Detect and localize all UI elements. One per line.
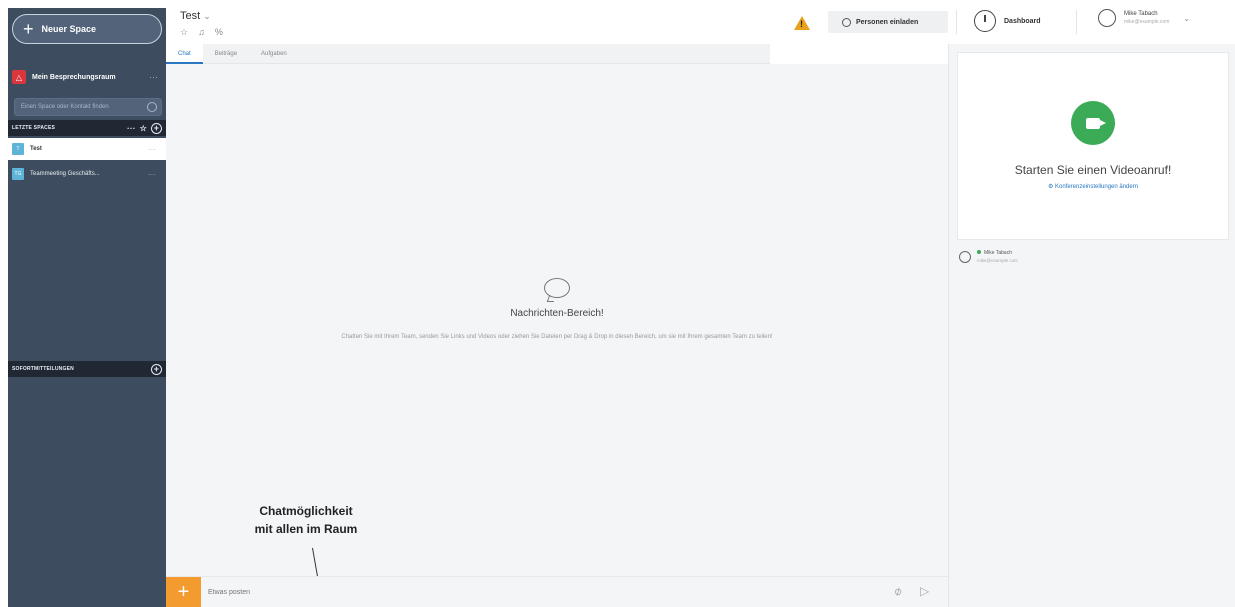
more-options-icon[interactable]: ··· — [148, 145, 166, 154]
dashboard-button[interactable]: Dashboard — [974, 8, 1041, 34]
space-item-teammeeting[interactable]: TG Teammeeting Geschäfts... ··· — [8, 163, 166, 185]
conference-settings-link[interactable]: ⚙ Konferenzeinstellungen ändern — [958, 183, 1228, 190]
add-attachment-button[interactable]: + — [166, 577, 201, 607]
space-title-text: Test — [180, 10, 201, 22]
annotation-line-1: Chatmöglichkeit — [259, 504, 353, 518]
space-name: Test — [30, 146, 42, 152]
online-status-icon — [977, 250, 981, 254]
chat-area: Nachrichten-Bereich! Chatten Sie mit Ihr… — [166, 64, 948, 576]
new-space-button[interactable]: + Neuer Space — [12, 14, 162, 44]
space-avatar: TG — [12, 168, 24, 180]
chevron-down-icon: ⌄ — [203, 11, 211, 21]
member-email: mike@example.com — [977, 258, 1018, 263]
dashboard-label: Dashboard — [1004, 17, 1041, 25]
recent-spaces-header: LETZTE SPACES ··· ☆ + — [8, 120, 166, 136]
space-avatar: T — [12, 143, 24, 155]
video-call-title: Starten Sie einen Videoanruf! — [1014, 163, 1172, 177]
message-composer: + ⌀ ▷ — [166, 576, 948, 607]
bell-icon[interactable]: ♫ — [198, 27, 205, 38]
conference-settings-label: Konferenzeinstellungen ändern — [1055, 184, 1139, 190]
meeting-room-label: Mein Besprechungsraum — [32, 73, 116, 81]
more-options-icon[interactable]: ··· — [148, 170, 166, 179]
member-name: Mike Tabach — [984, 250, 1012, 256]
member-list-item[interactable]: Mike Tabach mike@example.com — [959, 250, 1018, 264]
meeting-room-icon: △ — [12, 70, 26, 84]
top-header: Test ⌄ ☆ ♫ % Personen einladen Dashboard… — [166, 0, 1235, 44]
more-options-icon[interactable]: ··· — [149, 72, 166, 82]
tab-posts[interactable]: Beiträge — [203, 44, 249, 64]
user-email: mike@example.com — [1124, 19, 1170, 25]
send-icon[interactable]: ▷ — [920, 584, 929, 598]
right-panel: Starten Sie einen Videoanruf! ⚙ Konferen… — [948, 44, 1235, 607]
space-tabs: Chat Beiträge Aufgaben — [166, 44, 770, 64]
add-message-icon[interactable]: + — [151, 363, 162, 375]
member-avatar-icon — [959, 251, 971, 263]
header-divider — [1076, 10, 1077, 34]
tab-tasks[interactable]: Aufgaben — [249, 44, 299, 64]
sidebar: + Neuer Space △ Mein Besprechungsraum ··… — [8, 8, 166, 607]
space-title[interactable]: Test ⌄ — [180, 10, 211, 22]
recent-spaces-label: LETZTE SPACES — [12, 125, 56, 131]
link-icon[interactable]: % — [215, 27, 223, 38]
settings-gear-icon: ⚙ — [1047, 184, 1054, 190]
space-actions: ☆ ♫ % — [180, 27, 223, 38]
annotation-callout: Chatmöglichkeit mit allen im Raum — [236, 502, 376, 538]
plus-icon: + — [23, 19, 34, 39]
message-input[interactable] — [208, 583, 878, 602]
empty-state-title: Nachrichten-Bereich! — [510, 308, 604, 319]
clock-icon — [974, 10, 996, 32]
meeting-room-item[interactable]: △ Mein Besprechungsraum ··· — [8, 62, 166, 92]
star-icon[interactable]: ☆ — [140, 124, 147, 133]
paperclip-icon[interactable]: ⌀ — [891, 583, 904, 599]
star-icon[interactable]: ☆ — [180, 27, 188, 38]
instant-messages-header: SOFORTMITTEILUNGEN + — [8, 361, 166, 377]
add-space-icon[interactable]: + — [151, 122, 162, 134]
invite-label: Personen einladen — [856, 18, 919, 26]
empty-state-description: Chatten Sie mit Ihrem Team, senden Sie L… — [341, 334, 773, 340]
video-call-card: Starten Sie einen Videoanruf! ⚙ Konferen… — [957, 52, 1229, 240]
speech-bubble-icon — [544, 278, 570, 298]
space-name: Teammeeting Geschäfts... — [30, 171, 100, 177]
start-video-call-button[interactable] — [1071, 101, 1115, 145]
empty-state: Nachrichten-Bereich! Chatten Sie mit Ihr… — [166, 278, 948, 342]
instant-messages-label: SOFORTMITTEILUNGEN — [12, 366, 74, 372]
space-item-test[interactable]: T Test ··· — [8, 138, 166, 160]
user-name: Mike Tabach — [1124, 11, 1158, 17]
video-camera-icon — [1086, 117, 1100, 129]
new-space-label: Neuer Space — [41, 24, 97, 34]
person-icon — [842, 17, 851, 27]
warning-icon[interactable] — [794, 16, 810, 30]
space-search-placeholder: Einen Space oder Kontakt finden — [21, 104, 109, 110]
tab-chat[interactable]: Chat — [166, 44, 203, 64]
more-options-icon[interactable]: ··· — [127, 124, 136, 133]
user-avatar-icon — [1098, 9, 1116, 27]
annotation-line-2: mit allen im Raum — [254, 522, 358, 536]
chevron-down-icon: ⌄ — [1183, 13, 1191, 23]
space-search-input[interactable]: Einen Space oder Kontakt finden — [14, 98, 162, 116]
search-icon — [147, 102, 157, 112]
header-divider — [956, 10, 957, 34]
user-menu[interactable]: Mike Tabach mike@example.com ⌄ — [1098, 9, 1190, 27]
invite-people-button[interactable]: Personen einladen — [828, 11, 948, 33]
